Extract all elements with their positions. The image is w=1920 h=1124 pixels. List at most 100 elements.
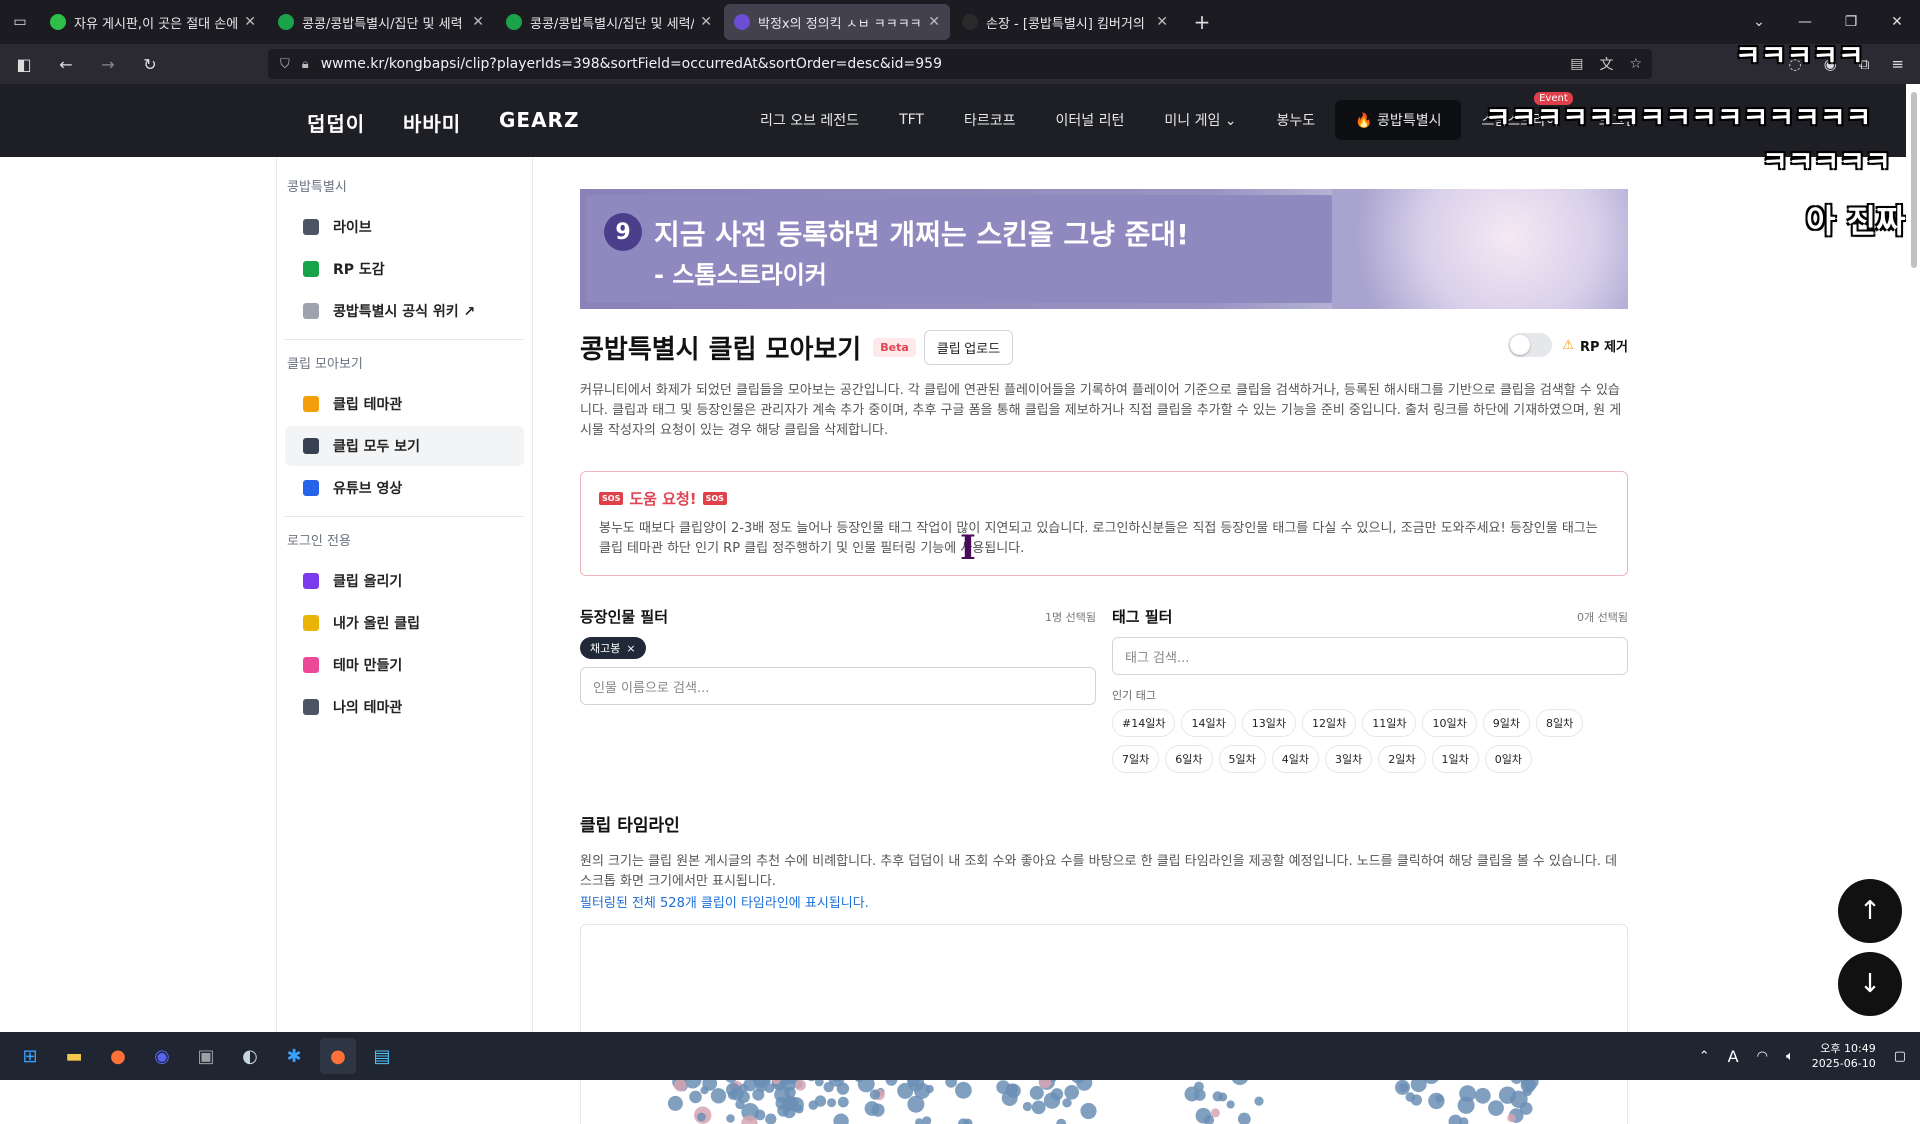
timeline-node[interactable] [735,1100,744,1109]
restore-icon[interactable]: ❐ [1828,14,1874,30]
event-banner[interactable]: 9 지금 사전 등록하면 개쩌는 스킨을 그냥 준대! - 스톰스트라이커 [580,189,1628,309]
tag-chip[interactable]: 2일차 [1378,745,1425,773]
sidebar-item[interactable]: 클립 테마관 [285,384,524,424]
timeline-node[interactable] [922,1116,931,1124]
timeline-node[interactable] [700,1086,708,1094]
timeline-node[interactable] [1185,1087,1200,1102]
timeline-node[interactable] [870,1089,880,1099]
timeline-count-link[interactable]: 필터링된 전체 528개 클립이 타임라인에 표시됩니다. [580,896,869,911]
bluetooth-app-icon[interactable]: ✱ [276,1038,312,1074]
tag-chip[interactable]: 1일차 [1432,745,1479,773]
nav-item[interactable]: TFT [879,100,944,140]
firefox-active-icon[interactable]: ● [320,1038,356,1074]
volume-icon[interactable]: 🔈︎ [1786,1049,1794,1064]
sidebar-item[interactable]: 테마 만들기 [285,645,524,685]
tag-chip[interactable]: 11일차 [1362,709,1416,737]
browser-tab[interactable]: 자유 게시판,이 곳은 절대 손에✕ [40,4,266,40]
discord-icon[interactable]: ◉ [144,1038,180,1074]
timeline-node[interactable] [1006,1084,1020,1098]
bookmark-star-icon[interactable]: ☆ [1629,56,1642,72]
timeline-node[interactable] [1080,1103,1096,1119]
sidebar-item[interactable]: 클립 모두 보기 [285,426,524,466]
timeline-node[interactable] [1030,1086,1044,1100]
scrollbar-thumb[interactable] [1911,92,1917,268]
minimize-icon[interactable]: — [1782,14,1828,30]
timeline-node[interactable] [739,1084,748,1093]
tag-chip[interactable]: 7일차 [1112,745,1159,773]
browser-tab[interactable]: 손장 - [콩밥특별시] 킴버거의 (✕ [952,4,1178,40]
sidebar-item[interactable]: 나의 테마관 [285,687,524,727]
tab-close-icon[interactable]: ✕ [244,14,256,30]
sidebar-toggle-icon[interactable]: ◧ [6,55,42,74]
timeline-node[interactable] [907,1096,924,1113]
timeline-node[interactable] [1411,1094,1422,1105]
timeline-node[interactable] [1211,1108,1220,1117]
address-bar[interactable]: ⛉ 🔒︎ wwme.kr/kongbapsi/clip?playerIds=39… [268,49,1652,79]
selected-person-chip[interactable]: 채고봉 × [580,637,646,659]
timeline-node[interactable] [1488,1100,1504,1116]
scroll-up-button[interactable]: ↑ [1838,879,1902,943]
timeline-node[interactable] [1523,1087,1532,1096]
nav-item[interactable]: 타르코프 [944,100,1036,140]
tab-close-icon[interactable]: ✕ [928,14,940,30]
close-window-icon[interactable]: ✕ [1874,14,1920,30]
timeline-node[interactable] [827,1098,836,1107]
nav-item[interactable]: 미니 게임 ⌄ [1144,100,1256,140]
tag-search-input[interactable]: 태그 검색... [1112,637,1628,675]
tab-close-icon[interactable]: ✕ [472,14,484,30]
tag-chip[interactable]: 0일차 [1485,745,1532,773]
timeline-node[interactable] [1056,1119,1066,1124]
tag-chip[interactable]: 13일차 [1242,709,1296,737]
clip-upload-button[interactable]: 클립 업로드 [924,330,1013,365]
nav-item[interactable]: 리그 오브 레전드 [740,100,879,140]
brand-babami[interactable]: 바바미 [403,108,461,137]
timeline-node[interactable] [1051,1088,1063,1100]
timeline-node[interactable] [897,1083,913,1099]
notepad-icon[interactable]: ▤ [364,1038,400,1074]
sidebar-item[interactable]: 라이브 [285,207,524,247]
app-icon[interactable]: ▣ [188,1038,224,1074]
timeline-node[interactable] [955,1082,972,1099]
sidebar-item[interactable]: 클립 올리기 [285,561,524,601]
file-explorer-icon[interactable]: ▬ [56,1038,92,1074]
timeline-node[interactable] [689,1091,702,1104]
nav-item[interactable]: 🔥 콩밥특별시 [1335,100,1461,140]
timeline-node[interactable] [795,1080,806,1091]
brand-dubdubi[interactable]: 덥덥이 [307,108,365,137]
sidebar-item[interactable]: 내가 올린 클립 [285,603,524,643]
nav-item[interactable]: 이터널 리턴 [1036,100,1145,140]
tag-chip[interactable]: 9일차 [1483,709,1530,737]
timeline-node[interactable] [1062,1098,1071,1107]
timeline-node[interactable] [668,1096,683,1111]
timeline-node[interactable] [1254,1097,1263,1106]
timeline-node[interactable] [1458,1097,1475,1114]
brand-gearz[interactable]: GEARZ [499,108,579,132]
tag-chip[interactable]: 3일차 [1325,745,1372,773]
person-search-input[interactable]: 인물 이름으로 검색... [580,667,1096,705]
tab-close-icon[interactable]: ✕ [700,14,712,30]
tag-chip[interactable]: 6일차 [1165,745,1212,773]
timeline-node[interactable] [765,1114,776,1124]
timeline-node[interactable] [1475,1088,1491,1104]
timeline-node[interactable] [1213,1091,1223,1101]
shield-icon[interactable]: ⛉ [280,57,290,72]
timeline-node[interactable] [789,1097,804,1112]
timeline-node[interactable] [711,1088,726,1103]
tag-chip[interactable]: 10일차 [1422,709,1476,737]
timeline-node[interactable] [833,1114,848,1124]
menu-icon[interactable]: ≡ [1891,55,1904,73]
timeline-node[interactable] [1507,1114,1515,1122]
sidebar-item[interactable]: 유튜브 영상 [285,468,524,508]
rp-remove-toggle[interactable] [1508,333,1552,357]
tag-chip[interactable]: 8일차 [1536,709,1583,737]
timeline-node[interactable] [1428,1093,1444,1109]
tag-chip[interactable]: 4일차 [1272,745,1319,773]
scroll-down-button[interactable]: ↓ [1838,952,1902,1016]
tag-chip[interactable]: 12일차 [1302,709,1356,737]
nav-item[interactable]: 봉누도 [1257,100,1336,140]
browser-tab[interactable]: 콩콩/콩밥특별시/집단 및 세력✕ [268,4,494,40]
timeline-node[interactable] [1227,1100,1235,1108]
timeline-bubbles[interactable] [581,925,1628,1124]
timeline-node[interactable] [697,1113,706,1122]
timeline-node[interactable] [1023,1102,1032,1111]
